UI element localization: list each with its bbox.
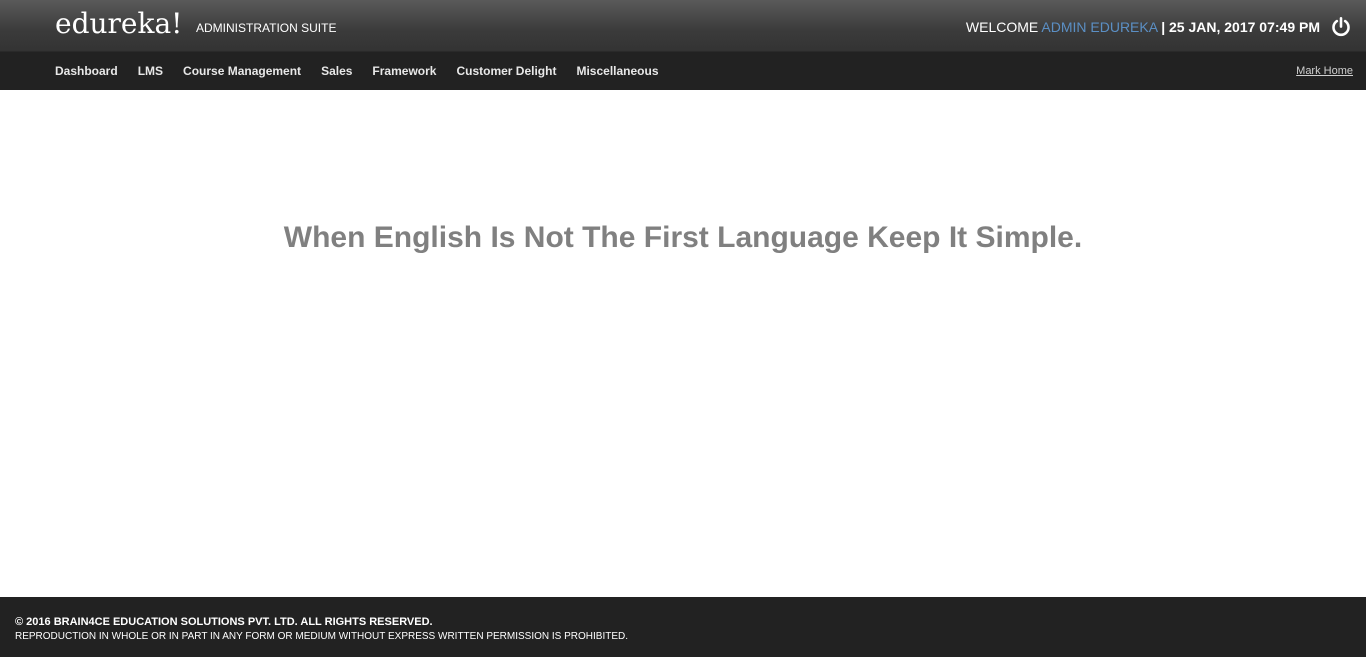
power-icon[interactable]	[1330, 16, 1352, 38]
nav-item-course-management[interactable]: Course Management	[183, 64, 301, 78]
reproduction-notice: REPRODUCTION IN WHOLE OR IN PART IN ANY …	[15, 631, 629, 642]
nav-item-framework[interactable]: Framework	[372, 64, 436, 78]
main-nav: Dashboard LMS Course Management Sales Fr…	[0, 52, 1366, 90]
page-headline: When English Is Not The First Language K…	[283, 221, 1083, 254]
top-header: edureka! ADMINISTRATION SUITE WELCOME AD…	[0, 0, 1366, 52]
main-content: When English Is Not The First Language K…	[0, 90, 1366, 597]
nav-item-customer-delight[interactable]: Customer Delight	[456, 64, 556, 78]
user-name: ADMIN EDUREKA	[1041, 19, 1158, 35]
nav-item-lms[interactable]: LMS	[138, 64, 163, 78]
nav-menu: Dashboard LMS Course Management Sales Fr…	[55, 64, 659, 78]
page-footer: © 2016 BRAIN4CE EDUCATION SOLUTIONS PVT.…	[0, 597, 1366, 657]
welcome-label: WELCOME	[965, 19, 1039, 35]
current-datetime: | 25 JAN, 2017 07:49 PM	[1161, 19, 1320, 35]
nav-item-miscellaneous[interactable]: Miscellaneous	[576, 64, 658, 78]
copyright-text: © 2016 BRAIN4CE EDUCATION SOLUTIONS PVT.…	[15, 616, 433, 628]
nav-item-dashboard[interactable]: Dashboard	[55, 64, 118, 78]
welcome-bar: WELCOME ADMIN EDUREKA | 25 JAN, 2017 07:…	[966, 19, 1320, 35]
mark-home-link[interactable]: Mark Home	[1296, 65, 1353, 77]
edureka-logo[interactable]: edureka!	[55, 8, 182, 40]
suite-title: ADMINISTRATION SUITE	[196, 21, 337, 35]
nav-item-sales[interactable]: Sales	[321, 64, 352, 78]
